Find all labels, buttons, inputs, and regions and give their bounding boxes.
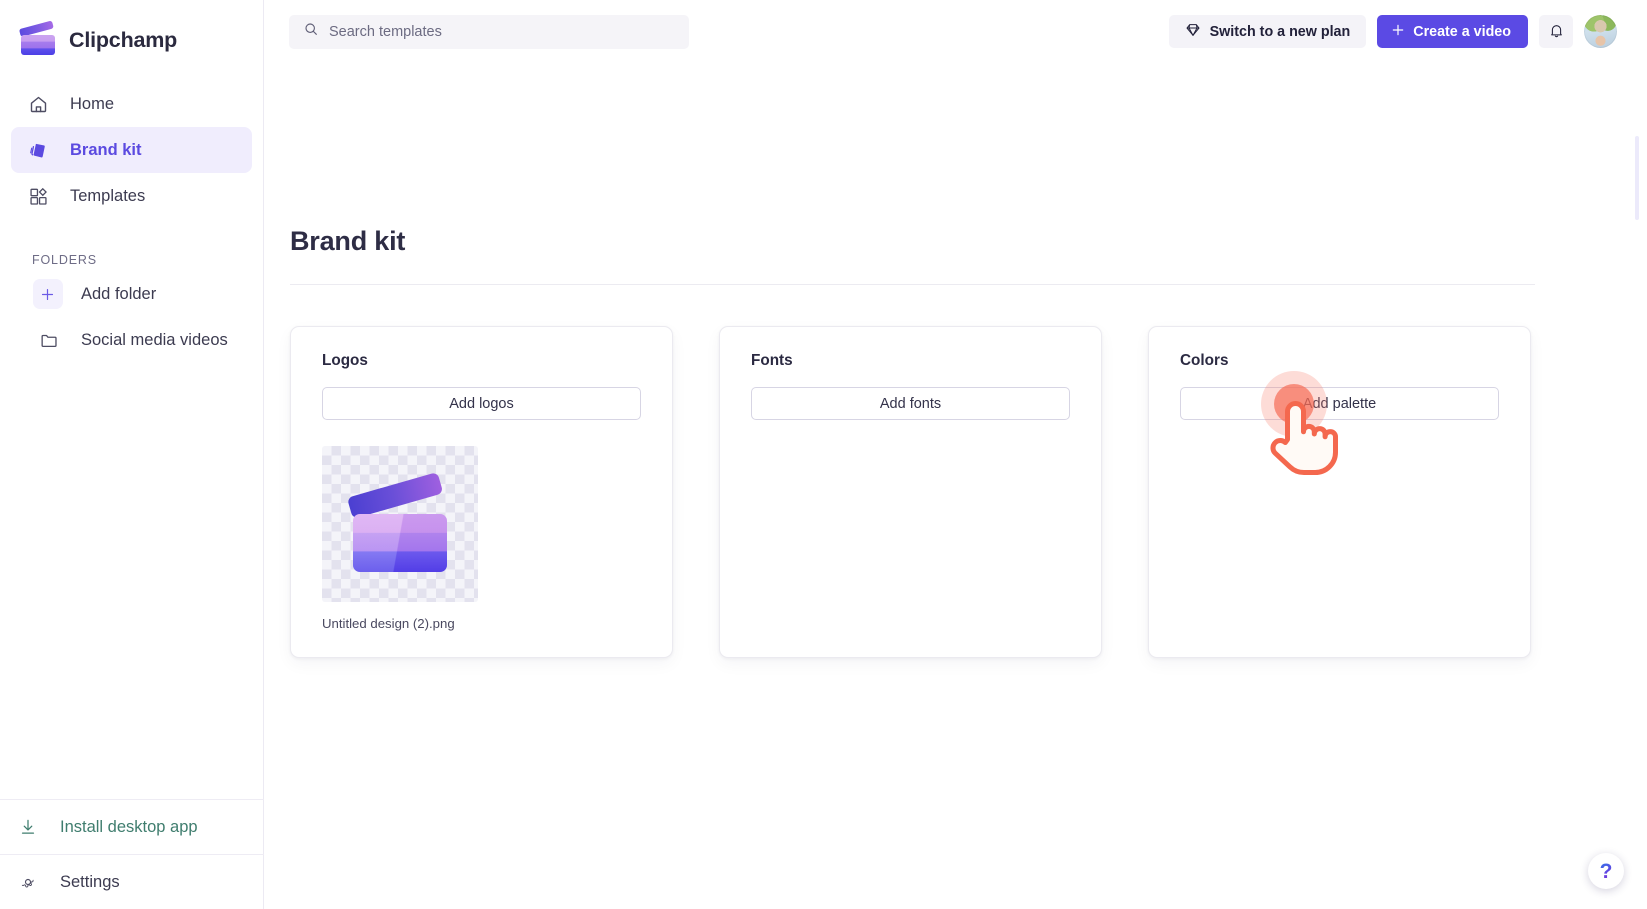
sidebar-item-label: Social media videos	[81, 330, 228, 349]
sidebar: Clipchamp Home Brand kit Templates FOLDE…	[0, 0, 264, 909]
scrollbar-thumb[interactable]	[1635, 136, 1639, 220]
sidebar-footer: Install desktop app Settings	[0, 799, 264, 909]
sidebar-item-templates[interactable]: Templates	[11, 173, 252, 219]
sidebar-item-brand-kit[interactable]: Brand kit	[11, 127, 252, 173]
diamond-icon	[1185, 22, 1201, 42]
gear-icon	[16, 870, 40, 894]
settings-button[interactable]: Settings	[0, 854, 264, 909]
search-input[interactable]	[329, 23, 659, 40]
install-desktop-app-button[interactable]: Install desktop app	[0, 799, 264, 854]
page-title: Brand kit	[290, 226, 406, 256]
sidebar-item-home[interactable]: Home	[11, 81, 252, 127]
question-mark-icon: ?	[1599, 859, 1613, 883]
scrollbar-track[interactable]	[1635, 68, 1643, 898]
add-fonts-button[interactable]: Add fonts	[751, 387, 1070, 420]
sidebar-item-label: Brand kit	[70, 140, 142, 159]
title-divider	[290, 284, 1535, 285]
sidebar-item-label: Add folder	[81, 284, 157, 303]
topbar-actions: Switch to a new plan Create a video	[1168, 15, 1617, 48]
card-fonts: Fonts Add fonts	[719, 326, 1102, 658]
notifications-button[interactable]	[1539, 15, 1573, 48]
install-desktop-app-label: Install desktop app	[60, 817, 198, 836]
search-box[interactable]	[289, 14, 689, 49]
brand-kit-cards: Logos Add logos Untitled design (2).png …	[290, 326, 1647, 658]
clipchamp-logo-icon	[18, 20, 56, 55]
logo-filename: Untitled design (2).png	[322, 616, 455, 631]
card-title: Fonts	[751, 352, 793, 369]
avatar[interactable]	[1584, 15, 1617, 48]
templates-grid-icon	[26, 184, 50, 208]
card-logos: Logos Add logos Untitled design (2).png	[290, 326, 673, 658]
plus-icon	[1390, 22, 1406, 42]
card-title: Colors	[1180, 352, 1229, 369]
brand-kit-icon	[26, 138, 50, 162]
primary-nav: Home Brand kit Templates FOLDERS Add fol…	[0, 81, 263, 363]
plus-icon-chip	[32, 279, 63, 309]
sidebar-item-add-folder[interactable]: Add folder	[22, 271, 241, 317]
download-icon	[16, 815, 40, 839]
help-button[interactable]: ?	[1588, 853, 1624, 889]
switch-plan-label: Switch to a new plan	[1209, 23, 1351, 40]
create-video-button[interactable]: Create a video	[1377, 15, 1528, 48]
content: Brand kit Logos Add logos Untitled desig…	[264, 226, 1647, 658]
main-area: Switch to a new plan Create a video	[264, 0, 1647, 909]
brand-logo[interactable]: Clipchamp	[0, 0, 263, 60]
add-palette-button[interactable]: Add palette	[1180, 387, 1499, 420]
add-logos-button[interactable]: Add logos	[322, 387, 641, 420]
clipchamp-clapperboard-icon	[346, 471, 448, 572]
folder-icon	[37, 328, 61, 352]
folders-section-label: FOLDERS	[32, 253, 97, 267]
card-title: Logos	[322, 352, 368, 369]
logo-thumbnail[interactable]	[322, 446, 478, 602]
create-video-label: Create a video	[1413, 23, 1511, 40]
sidebar-item-label: Templates	[70, 186, 146, 205]
search-icon	[303, 21, 319, 42]
bell-icon	[1548, 22, 1565, 42]
logo-asset[interactable]: Untitled design (2).png	[322, 446, 478, 631]
brand-name: Clipchamp	[69, 27, 178, 52]
sidebar-item-social-media-videos[interactable]: Social media videos	[22, 317, 241, 363]
sidebar-item-label: Home	[70, 94, 115, 113]
switch-plan-button[interactable]: Switch to a new plan	[1168, 15, 1367, 48]
home-icon	[26, 92, 50, 116]
clipchamp-app-window: Clipchamp Home Brand kit Templates FOLDE…	[0, 0, 1647, 909]
topbar: Switch to a new plan Create a video	[264, 0, 1647, 63]
card-colors: Colors Add palette	[1148, 326, 1531, 658]
settings-label: Settings	[60, 872, 120, 891]
